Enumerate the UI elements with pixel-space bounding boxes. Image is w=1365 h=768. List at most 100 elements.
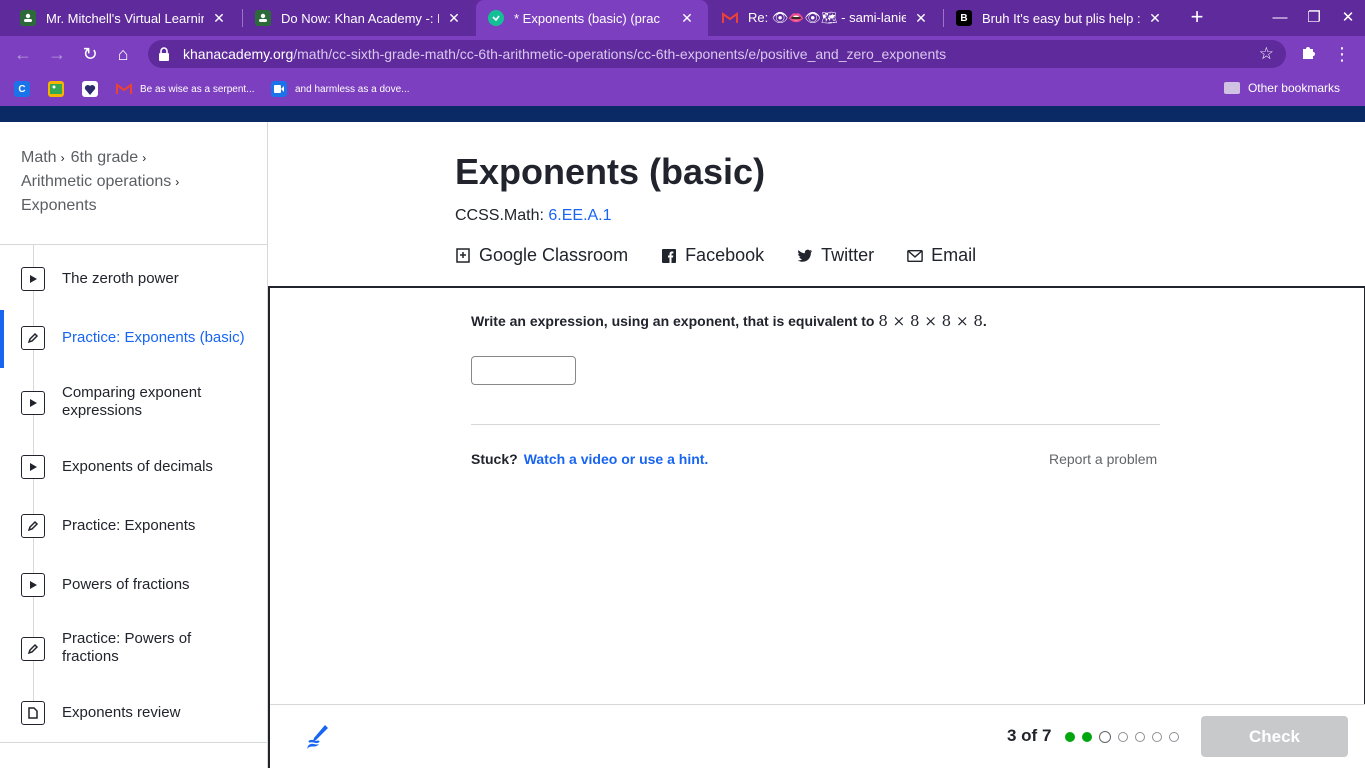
breadcrumb-math[interactable]: Math	[21, 149, 57, 166]
url-host: khanacademy.org	[183, 46, 294, 62]
home-button[interactable]: ⌂	[111, 42, 135, 66]
bookmark-item[interactable]: Be as wise as a serpent...	[116, 80, 255, 98]
breadcrumb: Math › 6th grade › Arithmetic operations › E…	[21, 146, 251, 218]
browser-tab[interactable]: B Bruh It's easy but plis help :/ - ✕	[944, 0, 1176, 36]
chevron-right-icon: ›	[142, 151, 147, 165]
pencil-icon	[21, 326, 45, 350]
twitter-icon	[797, 248, 813, 264]
share-google-classroom-button[interactable]: Google Classroom	[455, 245, 628, 266]
meet-icon	[271, 81, 287, 97]
close-tab-icon[interactable]: ✕	[1146, 10, 1164, 27]
share-twitter-button[interactable]: Twitter	[797, 245, 874, 266]
breadcrumb-6th-grade[interactable]: 6th grade	[71, 149, 139, 166]
play-icon	[21, 267, 45, 291]
close-tab-icon[interactable]: ✕	[912, 10, 930, 27]
tab-title: Mr. Mitchell's Virtual Learning	[46, 10, 204, 26]
progress-label: 3 of 7	[1007, 726, 1052, 745]
divider	[0, 742, 267, 743]
progress-dot-current	[1099, 731, 1111, 743]
play-icon	[21, 455, 45, 479]
bookmark-star-icon[interactable]: ☆	[1259, 44, 1274, 64]
question-text: Write an expression, using an exponent, …	[471, 313, 875, 329]
pencil-icon	[21, 514, 45, 538]
new-tab-button[interactable]: +	[1185, 4, 1209, 32]
email-icon	[907, 248, 923, 264]
forward-button[interactable]: →	[45, 42, 69, 66]
answer-input[interactable]	[471, 356, 576, 385]
folder-icon	[1223, 82, 1240, 94]
back-button[interactable]: ←	[11, 42, 35, 66]
check-button[interactable]: Check	[1201, 716, 1348, 757]
progress-dot	[1169, 732, 1179, 742]
khan-navbar	[0, 106, 1365, 122]
standard-reference: CCSS.Math: 6.EE.A.1	[455, 207, 612, 225]
hint-link[interactable]: Watch a video or use a hint.	[524, 451, 709, 467]
reload-button[interactable]: ↻	[78, 42, 102, 66]
report-problem-link[interactable]: Report a problem	[1049, 451, 1157, 467]
progress-dot	[1118, 732, 1128, 742]
browser-tab[interactable]: Mr. Mitchell's Virtual Learning ✕	[8, 0, 240, 36]
address-bar[interactable]: khanacademy.org/math/cc-sixth-grade-math…	[148, 40, 1286, 68]
classroom-icon	[20, 10, 36, 26]
maximize-button[interactable]: ❐	[1297, 0, 1331, 36]
stuck-label: Stuck?	[471, 451, 518, 467]
chevron-right-icon: ›	[60, 151, 65, 165]
gmail-icon	[116, 81, 132, 97]
sidebar-item-label: Practice: Powers of fractions	[62, 630, 192, 665]
classroom-icon	[255, 10, 271, 26]
gmail-icon	[722, 10, 738, 26]
exercise-panel	[268, 286, 1365, 768]
extensions-icon[interactable]	[1296, 42, 1320, 66]
progress-dots	[1065, 731, 1186, 743]
brainly-icon: B	[956, 10, 972, 26]
bookmark-item[interactable]	[82, 80, 106, 98]
bookmark-item[interactable]: C	[14, 80, 38, 98]
play-icon	[21, 391, 45, 415]
share-label: Facebook	[685, 245, 765, 265]
lesson-sidebar: Math › 6th grade › Arithmetic operations › E…	[0, 122, 268, 768]
close-tab-icon[interactable]: ✕	[678, 10, 696, 27]
tab-title: Re: 👁👄👁🗺 - sami-lanier@	[748, 10, 906, 25]
share-facebook-button[interactable]: Facebook	[661, 245, 764, 266]
other-bookmarks[interactable]: Other bookmarks	[1223, 81, 1340, 95]
question-end: .	[982, 313, 987, 329]
photo-icon	[48, 81, 64, 97]
bookmark-label: and harmless as a dove...	[295, 83, 410, 95]
c-icon: C	[14, 81, 30, 97]
browser-tab[interactable]: Do Now: Khan Academy -: Exp ✕	[243, 0, 475, 36]
share-email-button[interactable]: Email	[907, 245, 976, 266]
page-title: Exponents (basic)	[455, 151, 766, 192]
scratchpad-pencil-icon[interactable]	[303, 722, 331, 752]
sidebar-item-label: Practice: Exponents	[62, 517, 196, 534]
lock-icon[interactable]	[158, 47, 170, 61]
browser-tab[interactable]: Re: 👁👄👁🗺 - sami-lanier@ ✕	[710, 0, 942, 36]
breadcrumb-exponents[interactable]: Exponents	[21, 197, 97, 214]
heart-icon	[82, 81, 98, 97]
menu-kebab-icon[interactable]: ⋮	[1330, 42, 1354, 66]
url-text[interactable]: khanacademy.org/math/cc-sixth-grade-math…	[183, 46, 946, 62]
sidebar-item-label: The zeroth power	[62, 270, 179, 287]
standard-link[interactable]: 6.EE.A.1	[548, 207, 611, 224]
breadcrumb-arithmetic-operations[interactable]: Arithmetic operations	[21, 173, 171, 190]
close-tab-icon[interactable]: ✕	[210, 10, 228, 27]
share-label: Google Classroom	[479, 245, 629, 265]
active-indicator	[0, 310, 4, 368]
window-close-button[interactable]: ✕	[1331, 0, 1365, 36]
chevron-right-icon: ›	[175, 175, 180, 189]
bookmark-item[interactable]: and harmless as a dove...	[271, 80, 410, 98]
progress-dot-complete	[1082, 732, 1092, 742]
bookmarks-bar: C Be as wise as a serpent... and harmles…	[0, 72, 1365, 106]
share-bar: Google Classroom Facebook Twitter Email	[455, 245, 1009, 266]
close-tab-icon[interactable]: ✕	[445, 10, 463, 27]
khan-academy-icon	[488, 10, 504, 26]
sidebar-item-label: Powers of fractions	[62, 576, 190, 593]
sidebar-item-label: Practice: Exponents (basic)	[62, 329, 245, 346]
facebook-icon	[661, 248, 677, 264]
bookmark-item[interactable]	[48, 80, 72, 98]
tab-title: Do Now: Khan Academy -: Exp	[281, 10, 439, 26]
google-classroom-icon	[455, 248, 471, 264]
browser-tab-active[interactable]: * Exponents (basic) (prac ✕	[476, 0, 708, 36]
share-label: Twitter	[821, 245, 875, 265]
tab-title: Bruh It's easy but plis help :/ -	[982, 10, 1140, 26]
minimize-button[interactable]: —	[1263, 0, 1297, 36]
